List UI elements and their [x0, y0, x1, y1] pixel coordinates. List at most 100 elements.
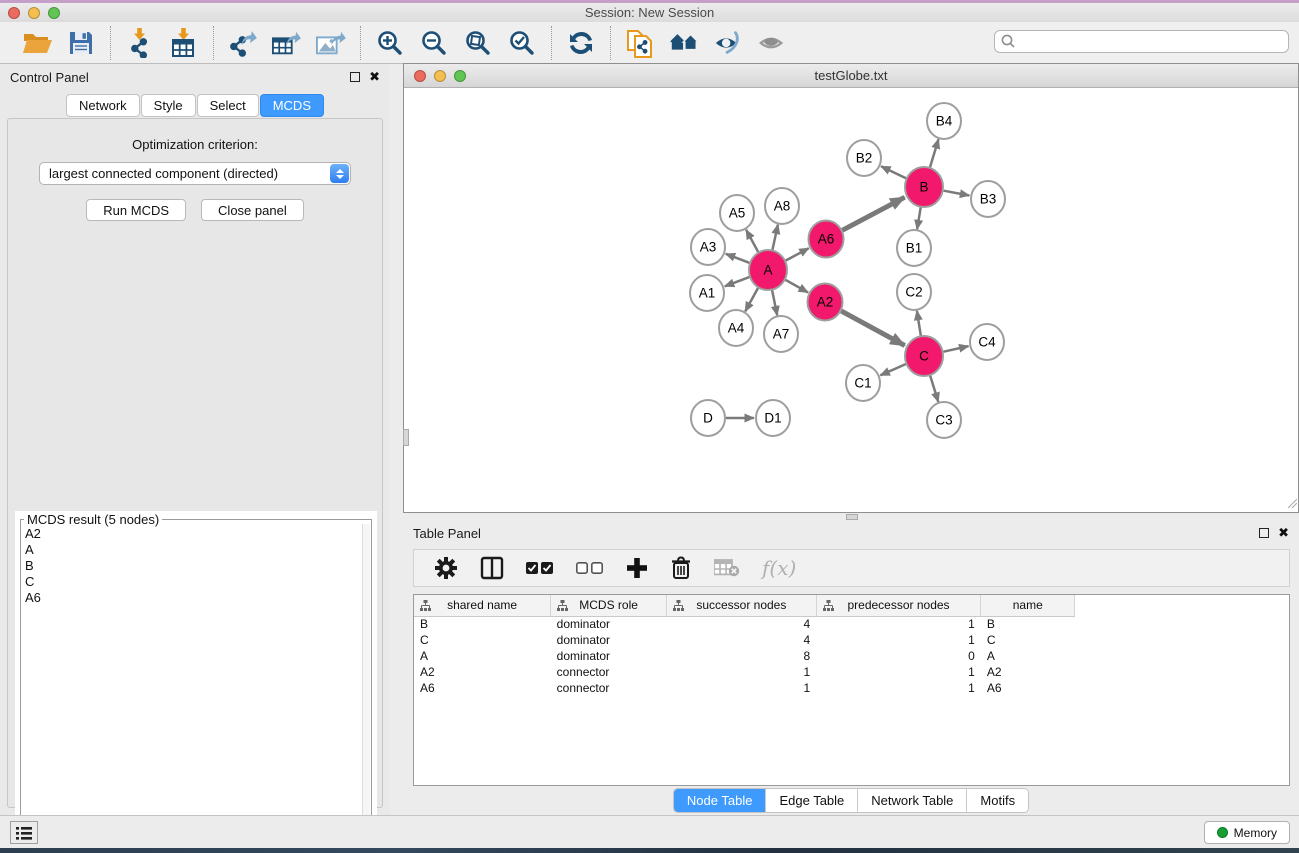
graph-edge-C-C3[interactable] [930, 375, 938, 402]
cell-MCDS-role[interactable]: dominator [551, 648, 667, 664]
graph-edge-B-B1[interactable] [917, 207, 921, 230]
float-table-panel-icon[interactable] [1259, 528, 1269, 538]
column-header-successor-nodes[interactable]: successor nodes [667, 595, 817, 616]
optimization-criterion-select[interactable]: largest connected component (directed) [39, 162, 351, 185]
zoom-selected-icon[interactable] [507, 28, 537, 58]
import-table-icon[interactable] [169, 28, 199, 58]
zoom-in-icon[interactable] [375, 28, 405, 58]
mcds-result-scrollbar[interactable] [362, 524, 370, 846]
memory-button[interactable]: Memory [1204, 821, 1290, 844]
cell-predecessor-nodes[interactable]: 0 [816, 648, 981, 664]
column-header-MCDS-role[interactable]: MCDS role [551, 595, 667, 616]
graph-node-A5[interactable]: A5 [720, 195, 754, 231]
graph-edge-A-A4[interactable] [745, 288, 758, 312]
graph-edge-A-A8[interactable] [772, 225, 778, 251]
home-view-icon[interactable] [669, 28, 699, 58]
import-network-icon[interactable] [125, 28, 155, 58]
table-row[interactable]: Bdominator41B [414, 616, 1289, 632]
export-network-icon[interactable] [228, 28, 258, 58]
graph-node-A1[interactable]: A1 [690, 275, 724, 311]
mcds-result-item[interactable]: B [23, 558, 361, 574]
column-header-predecessor-nodes[interactable]: predecessor nodes [816, 595, 981, 616]
graph-node-A7[interactable]: A7 [764, 316, 798, 352]
split-column-icon[interactable] [480, 556, 504, 580]
graph-edge-C-C1[interactable] [880, 364, 905, 375]
float-panel-icon[interactable] [350, 72, 360, 82]
cell-MCDS-role[interactable]: connector [551, 680, 667, 696]
run-mcds-button[interactable]: Run MCDS [86, 199, 186, 221]
graph-node-B3[interactable]: B3 [971, 181, 1005, 217]
graph-node-C1[interactable]: C1 [846, 365, 880, 401]
tab-network-table[interactable]: Network Table [858, 789, 967, 812]
cell-MCDS-role[interactable]: connector [551, 664, 667, 680]
zoom-out-icon[interactable] [419, 28, 449, 58]
cell-successor-nodes[interactable]: 4 [667, 616, 817, 632]
close-panel-button[interactable]: Close panel [201, 199, 304, 221]
graph-node-B4[interactable]: B4 [927, 103, 961, 139]
cell-shared-name[interactable]: C [414, 632, 551, 648]
column-header-shared-name[interactable]: shared name [414, 595, 551, 616]
resize-grip-icon[interactable] [1285, 496, 1297, 511]
hide-selected-icon[interactable] [713, 28, 743, 58]
mcds-result-list[interactable]: A2ABCA6 [23, 526, 361, 846]
graph-node-A8[interactable]: A8 [765, 188, 799, 224]
mcds-result-item[interactable]: A [23, 542, 361, 558]
cell-name[interactable]: B [981, 616, 1075, 632]
graph-edge-A-A3[interactable] [726, 254, 750, 263]
graph-node-A3[interactable]: A3 [691, 229, 725, 265]
table-row[interactable]: Cdominator41C [414, 632, 1289, 648]
network-window-titlebar[interactable]: testGlobe.txt [404, 64, 1298, 88]
save-session-icon[interactable] [66, 28, 96, 58]
tab-select[interactable]: Select [197, 94, 259, 117]
cell-predecessor-nodes[interactable]: 1 [816, 632, 981, 648]
open-file-icon[interactable] [22, 28, 52, 58]
cell-name[interactable]: C [981, 632, 1075, 648]
graph-edge-B-B3[interactable] [944, 191, 970, 196]
graph-edge-B-B2[interactable] [881, 166, 906, 178]
graph-node-B2[interactable]: B2 [847, 140, 881, 176]
cell-predecessor-nodes[interactable]: 1 [816, 680, 981, 696]
graph-node-D1[interactable]: D1 [756, 400, 790, 436]
cell-successor-nodes[interactable]: 4 [667, 632, 817, 648]
gear-icon[interactable] [434, 556, 458, 580]
cell-MCDS-role[interactable]: dominator [551, 616, 667, 632]
graph-node-A4[interactable]: A4 [719, 310, 753, 346]
add-icon[interactable] [626, 557, 648, 579]
graph-node-C3[interactable]: C3 [927, 402, 961, 438]
graph-node-A6[interactable]: A6 [809, 221, 844, 258]
column-header-name[interactable]: name [981, 595, 1075, 616]
graph-edge-A6-B[interactable] [842, 197, 904, 230]
cell-predecessor-nodes[interactable]: 1 [816, 616, 981, 632]
close-panel-icon[interactable]: ✖ [369, 72, 380, 82]
graph-node-C4[interactable]: C4 [970, 324, 1004, 360]
graph-node-B1[interactable]: B1 [897, 230, 931, 266]
cell-successor-nodes[interactable]: 8 [667, 648, 817, 664]
refresh-icon[interactable] [566, 28, 596, 58]
network-canvas[interactable]: A A1 A3 A4 A5 A7 A8 A6 A2 B B1 B2 B3 [404, 89, 1298, 512]
table-row[interactable]: A2connector11A2 [414, 664, 1289, 680]
graph-edge-A-A7[interactable] [772, 290, 777, 316]
task-history-button[interactable] [10, 821, 38, 844]
export-table-icon[interactable] [272, 28, 302, 58]
cell-MCDS-role[interactable]: dominator [551, 632, 667, 648]
cell-shared-name[interactable]: B [414, 616, 551, 632]
clone-network-icon[interactable] [625, 28, 655, 58]
export-image-icon[interactable] [316, 28, 346, 58]
search-input[interactable] [994, 30, 1289, 53]
mcds-result-item[interactable]: A6 [23, 590, 361, 606]
cell-successor-nodes[interactable]: 1 [667, 680, 817, 696]
graph-edge-C-C4[interactable] [944, 346, 969, 352]
graph-edge-A-A6[interactable] [786, 248, 809, 260]
trash-icon[interactable] [670, 556, 692, 580]
cell-name[interactable]: A [981, 648, 1075, 664]
cell-shared-name[interactable]: A6 [414, 680, 551, 696]
mcds-result-item[interactable]: A2 [23, 526, 361, 542]
graph-node-C2[interactable]: C2 [897, 274, 931, 310]
graph-edge-A-A1[interactable] [725, 277, 750, 286]
graph-edge-A-A2[interactable] [785, 280, 808, 293]
cell-name[interactable]: A6 [981, 680, 1075, 696]
graph-edge-A2-C[interactable] [841, 311, 905, 346]
cell-name[interactable]: A2 [981, 664, 1075, 680]
cell-shared-name[interactable]: A2 [414, 664, 551, 680]
graph-node-A2[interactable]: A2 [808, 284, 843, 321]
